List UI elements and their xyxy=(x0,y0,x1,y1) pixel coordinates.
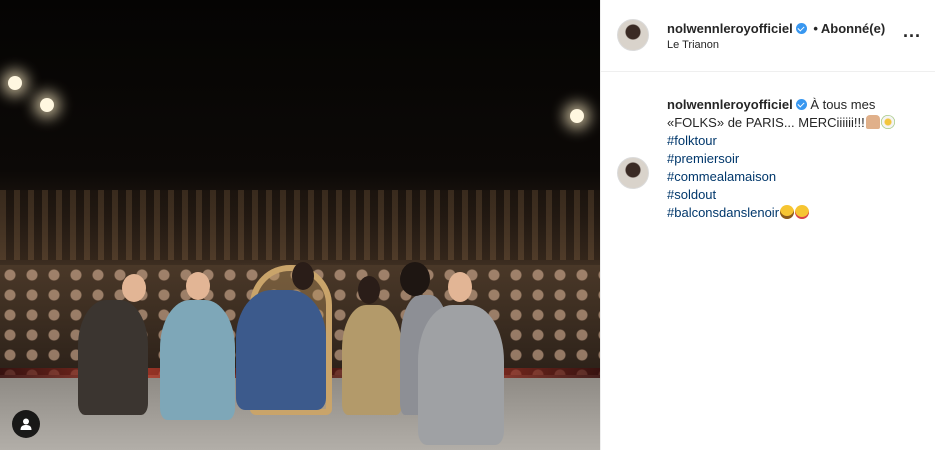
caption-avatar[interactable] xyxy=(617,157,649,189)
post-sidebar: nolwennleroyofficiel • Abonné(e) Le Trian… xyxy=(600,0,935,450)
performer-head xyxy=(186,272,210,300)
hashtag-link[interactable]: #soldout xyxy=(667,186,907,204)
hashtag-link[interactable]: #folktour xyxy=(667,132,907,150)
header-username[interactable]: nolwennleroyofficiel xyxy=(667,21,793,36)
yum-face-emoji xyxy=(795,205,810,219)
tagged-users-icon xyxy=(20,418,32,430)
hashtag-link[interactable]: #balconsdanslenoir xyxy=(667,205,779,220)
performer-head xyxy=(448,272,472,302)
stage-light xyxy=(8,76,22,90)
post-photo[interactable] xyxy=(0,0,600,450)
post-header: nolwennleroyofficiel • Abonné(e) Le Trian… xyxy=(601,0,935,72)
performer xyxy=(342,305,402,415)
caption-username[interactable]: nolwennleroyofficiel xyxy=(667,97,793,112)
caption-text-block: nolwennleroyofficiel À tous mes «FOLKS» … xyxy=(667,96,907,222)
verified-badge-icon xyxy=(795,23,807,34)
caption-comment: nolwennleroyofficiel À tous mes «FOLKS» … xyxy=(601,72,935,222)
follow-status-button[interactable]: Abonné(e) xyxy=(821,21,885,36)
more-options-icon[interactable]: ... xyxy=(903,22,921,40)
stage-light xyxy=(570,109,584,123)
hashtag-link[interactable]: #premiersoir xyxy=(667,150,907,168)
separator: • xyxy=(813,21,818,36)
performer xyxy=(160,300,235,420)
verified-badge-icon xyxy=(795,99,807,110)
performer-head xyxy=(400,262,430,296)
hashtag-link[interactable]: #commealamaison xyxy=(667,168,907,186)
theater-balcony xyxy=(0,190,600,260)
tagged-users-button[interactable] xyxy=(12,410,40,438)
folded-hands-emoji xyxy=(865,115,880,129)
performer xyxy=(236,290,326,410)
avatar-icon[interactable] xyxy=(617,19,649,51)
performer-head xyxy=(122,274,146,302)
stage-light xyxy=(40,98,54,112)
performer xyxy=(78,300,148,415)
grinning-face-emoji xyxy=(780,205,795,219)
flower-emoji xyxy=(880,115,895,129)
performer-head xyxy=(292,262,314,290)
performer xyxy=(418,305,504,445)
location-link[interactable]: Le Trianon xyxy=(667,39,719,51)
performer-head xyxy=(358,276,380,304)
